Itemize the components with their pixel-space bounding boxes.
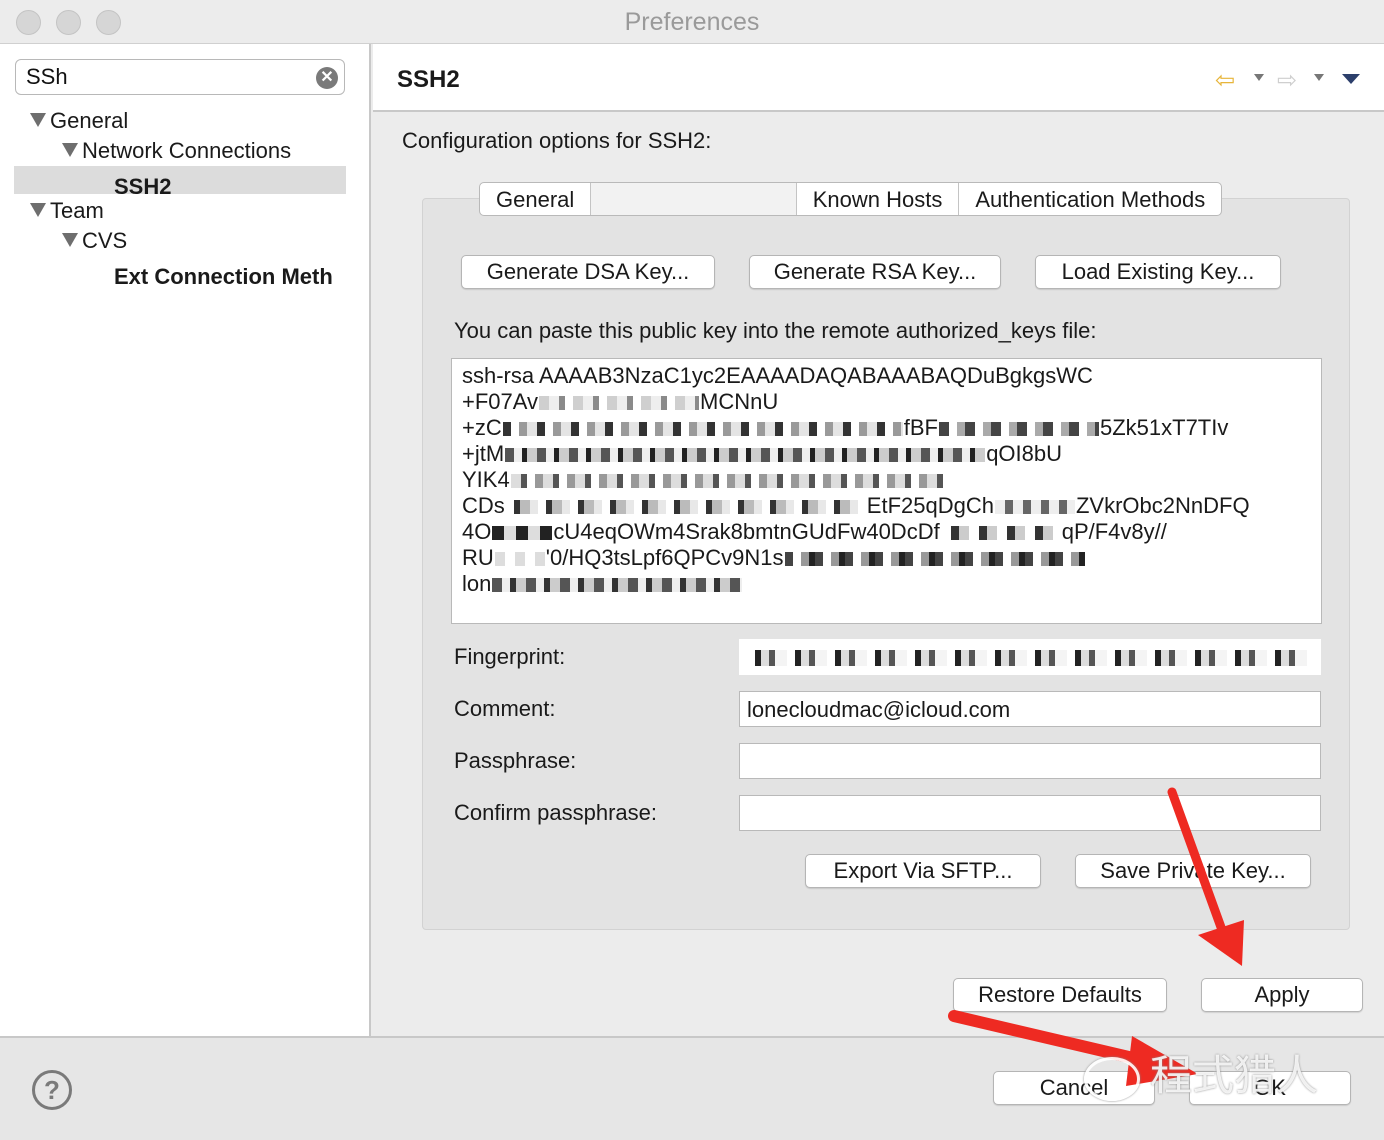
redacted-pixels [494, 552, 545, 567]
view-menu-icon[interactable] [1342, 74, 1360, 84]
key-line: lon [462, 571, 1311, 597]
tab-bar: General Key Management Known Hosts Authe… [479, 182, 1223, 216]
preferences-sidebar: ✕ General Network Connections SSH2 Team … [0, 44, 371, 1036]
back-menu-caret-icon[interactable] [1254, 74, 1264, 81]
redacted-pixels [510, 474, 951, 489]
clear-search-icon[interactable]: ✕ [316, 67, 338, 89]
key-line: CDs EtF25qDgCh ZVkrObc2NnDFQ [462, 493, 1311, 519]
apply-button[interactable]: Apply [1201, 978, 1363, 1012]
key-text: qOI8bU [986, 441, 1063, 466]
tab-known-hosts[interactable]: Known Hosts [797, 183, 960, 215]
title-bar: Preferences [0, 0, 1384, 44]
tree-label: SSH2 [114, 174, 172, 199]
export-via-sftp-button[interactable]: Export Via SFTP... [805, 854, 1041, 888]
key-line: 4O cU4eqOWm4Srak8bmtnGUdFw40DcDf qP/F4v8y/… [462, 519, 1311, 545]
generate-rsa-key-button[interactable]: Generate RSA Key... [749, 255, 1001, 289]
fingerprint-field [739, 639, 1321, 675]
tab-general[interactable]: General [480, 183, 592, 215]
watermark: 程式猎人 [1084, 1042, 1318, 1103]
back-arrow-icon[interactable]: ⇦ [1215, 66, 1235, 95]
tree-item-ssh2[interactable]: SSH2 [114, 174, 171, 200]
filter-input[interactable] [26, 63, 306, 91]
key-text: qP/F4v8y// [1061, 519, 1167, 544]
expand-triangle-icon[interactable] [62, 143, 78, 157]
key-line: ssh-rsa AAAAB3NzaC1yc2EAAAADAQABAAABAQDu… [462, 363, 1311, 389]
key-text: +jtM [462, 441, 505, 466]
tree-label: CVS [82, 228, 128, 253]
key-line: YIK4 [462, 467, 1311, 493]
key-line: +zC fBF 5Zk51xT7TIv [462, 415, 1311, 441]
redacted-pixels [502, 422, 903, 437]
filter-search-box: ✕ [15, 59, 345, 95]
selected-row-highlight [14, 166, 346, 194]
tree-item-team[interactable]: Team [30, 198, 104, 224]
redacted-pixels [994, 500, 1075, 515]
key-line: +F07Av MCNnU [462, 389, 1311, 415]
redacted-pixels [492, 526, 553, 541]
redacted-pixels [784, 552, 1085, 567]
load-existing-key-button[interactable]: Load Existing Key... [1035, 255, 1281, 289]
expand-triangle-icon[interactable] [62, 233, 78, 247]
key-text: fBF [903, 415, 938, 440]
key-line: +jtM qOI8bU [462, 441, 1311, 467]
key-line: RU '0/HQ3tsLpf6QPCv9N1s [462, 545, 1311, 571]
page-title: SSH2 [397, 66, 460, 93]
key-text: +zC [462, 415, 502, 440]
redacted-pixels [747, 650, 1307, 667]
redacted-pixels [492, 578, 743, 593]
public-key-textarea[interactable]: ssh-rsa AAAAB3NzaC1yc2EAAAADAQABAAABAQDu… [451, 358, 1322, 624]
confirm-passphrase-field[interactable] [739, 795, 1321, 831]
expand-triangle-icon[interactable] [30, 203, 46, 217]
tree-item-ext-connection-method[interactable]: Ext Connection Meth [114, 264, 333, 290]
config-description: Configuration options for SSH2: [402, 128, 712, 153]
comment-field[interactable]: lonecloudmac@icloud.com [739, 691, 1321, 727]
passphrase-field[interactable] [739, 743, 1321, 779]
key-text: EtF25qDgCh [866, 493, 994, 518]
tab-authentication-methods[interactable]: Authentication Methods [959, 183, 1221, 215]
key-text: 4O [462, 519, 492, 544]
key-text: ssh-rsa AAAAB3NzaC1yc2EAAAADAQABAAABAQDu… [462, 363, 1093, 388]
tree-item-general[interactable]: General [30, 108, 128, 134]
key-text: YIK4 [462, 467, 510, 492]
expand-triangle-icon[interactable] [30, 113, 46, 127]
page-header: SSH2 ⇦ ⇨ [373, 44, 1384, 112]
redacted-pixels [940, 526, 1061, 541]
forward-menu-caret-icon[interactable] [1314, 74, 1324, 81]
redacted-pixels [505, 500, 866, 515]
save-private-key-button[interactable]: Save Private Key... [1075, 854, 1311, 888]
comment-label: Comment: [454, 696, 556, 721]
key-text: ZVkrObc2NnDFQ [1075, 493, 1250, 518]
tree-label: General [50, 108, 129, 133]
redacted-pixels [539, 396, 700, 411]
key-text: CDs [462, 493, 505, 518]
help-icon[interactable]: ? [32, 1070, 72, 1110]
paste-key-label: You can paste this public key into the r… [454, 318, 1097, 343]
key-text: MCNnU [700, 389, 779, 414]
confirm-passphrase-label: Confirm passphrase: [454, 800, 657, 825]
restore-defaults-button[interactable]: Restore Defaults [953, 978, 1167, 1012]
window-title: Preferences [624, 8, 760, 36]
key-text: RU [462, 545, 494, 570]
tree-label: Ext Connection Meth [114, 264, 333, 289]
redacted-pixels [505, 448, 986, 463]
tree-item-network-connections[interactable]: Network Connections [62, 138, 291, 164]
key-text: cU4eqOWm4Srak8bmtnGUdFw40DcDf [553, 519, 940, 544]
tree-item-cvs[interactable]: CVS [62, 228, 127, 254]
watermark-text: 程式猎人 [1150, 1051, 1319, 1100]
tree-label: Network Connections [82, 138, 292, 163]
wechat-logo-icon [1084, 1056, 1140, 1101]
preference-page: SSH2 ⇦ ⇨ Configuration options for SSH2:… [373, 44, 1384, 1036]
tab-key-management[interactable]: Key Management [591, 183, 797, 215]
tree-label: Team [50, 198, 104, 223]
forward-arrow-icon[interactable]: ⇨ [1277, 66, 1297, 95]
key-text: lon [462, 571, 492, 596]
passphrase-label: Passphrase: [454, 748, 577, 773]
fingerprint-label: Fingerprint: [454, 644, 566, 669]
redacted-pixels [938, 422, 1099, 437]
generate-dsa-key-button[interactable]: Generate DSA Key... [461, 255, 715, 289]
key-text: 5Zk51xT7TIv [1099, 415, 1229, 440]
preferences-window: Preferences ✕ General Network Connection… [0, 0, 1384, 1140]
key-text: '0/HQ3tsLpf6QPCv9N1s [545, 545, 784, 570]
key-text: +F07Av [462, 389, 539, 414]
